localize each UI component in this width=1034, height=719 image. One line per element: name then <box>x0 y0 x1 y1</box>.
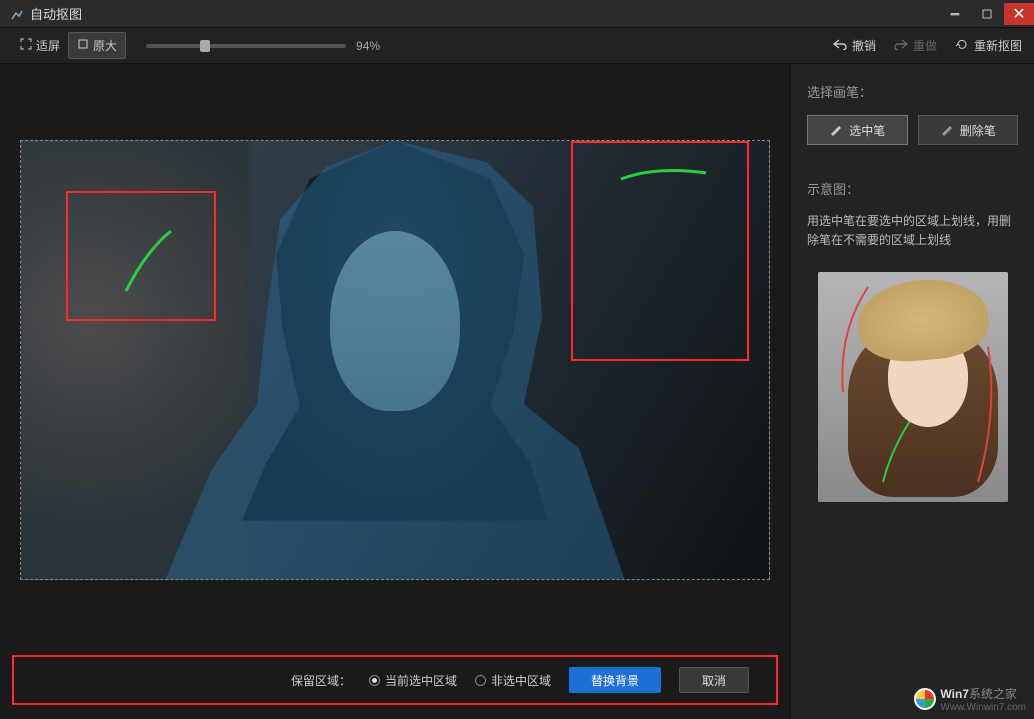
fit-icon <box>20 38 32 53</box>
app-icon <box>10 7 24 21</box>
brush-section-label: 选择画笔： <box>807 82 1018 101</box>
recut-label: 重新抠图 <box>974 37 1022 54</box>
select-brush-label: 选中笔 <box>849 122 885 139</box>
radio-not-selection[interactable]: 非选中区域 <box>475 672 551 689</box>
brush-row: 选中笔 删除笔 <box>807 115 1018 145</box>
canvas-area: 保留区域： 当前选中区域 非选中区域 替换背景 取消 <box>0 64 790 719</box>
bottom-bar: 保留区域： 当前选中区域 非选中区域 替换背景 取消 <box>12 655 778 705</box>
select-stroke-2 <box>616 161 716 191</box>
delete-brush-button[interactable]: 删除笔 <box>918 115 1019 145</box>
zoom-slider-thumb[interactable] <box>200 40 210 52</box>
recut-icon <box>955 37 969 54</box>
radio-current-label: 当前选中区域 <box>385 672 457 689</box>
select-stroke-1 <box>116 221 196 301</box>
fit-screen-button[interactable]: 适屏 <box>12 33 68 58</box>
undo-icon <box>833 38 847 53</box>
original-icon <box>77 38 89 53</box>
original-size-button[interactable]: 原大 <box>68 32 126 59</box>
cancel-label: 取消 <box>702 672 726 689</box>
zoom-slider[interactable] <box>146 44 346 48</box>
redo-icon <box>894 38 908 53</box>
radio-dot-icon <box>369 675 380 686</box>
toolbar: 适屏 原大 94% 撤销 重做 重新抠图 <box>0 28 1034 64</box>
zoom-slider-wrap: 94% <box>146 39 380 53</box>
example-section-label: 示意图： <box>807 179 1018 198</box>
keep-area-label: 保留区域： <box>291 672 351 689</box>
radio-current-selection[interactable]: 当前选中区域 <box>369 672 457 689</box>
titlebar: 自动抠图 ━ ✕ <box>0 0 1034 28</box>
close-button[interactable]: ✕ <box>1004 3 1034 25</box>
original-label: 原大 <box>93 37 117 54</box>
replace-bg-label: 替换背景 <box>591 672 639 689</box>
undo-label: 撤销 <box>852 37 876 54</box>
maximize-button[interactable] <box>972 3 1002 25</box>
replace-background-button[interactable]: 替换背景 <box>569 667 661 693</box>
radio-not-label: 非选中区域 <box>491 672 551 689</box>
fit-label: 适屏 <box>36 37 60 54</box>
brush-icon <box>829 122 843 139</box>
select-brush-button[interactable]: 选中笔 <box>807 115 908 145</box>
recut-button[interactable]: 重新抠图 <box>955 37 1022 54</box>
image-canvas[interactable] <box>20 140 770 580</box>
minimize-button[interactable]: ━ <box>940 3 970 25</box>
redo-label: 重做 <box>913 37 937 54</box>
cancel-button[interactable]: 取消 <box>679 667 749 693</box>
delete-brush-label: 删除笔 <box>960 122 996 139</box>
zoom-value: 94% <box>356 39 380 53</box>
example-image <box>818 272 1008 502</box>
brush-icon <box>940 122 954 139</box>
window-title: 自动抠图 <box>30 4 82 23</box>
undo-button[interactable]: 撤销 <box>833 37 876 54</box>
help-text: 用选中笔在要选中的区域上划线，用删除笔在不需要的区域上划线 <box>807 212 1018 250</box>
redo-button[interactable]: 重做 <box>894 37 937 54</box>
sidebar: 选择画笔： 选中笔 删除笔 示意图： 用选中笔在要选中的区域上划线，用删除笔在不… <box>790 64 1034 719</box>
main-area: 保留区域： 当前选中区域 非选中区域 替换背景 取消 选择画笔： 选中笔 <box>0 64 1034 719</box>
canvas-inner <box>0 64 790 655</box>
figure-overlay <box>165 141 625 580</box>
radio-dot-icon <box>475 675 486 686</box>
